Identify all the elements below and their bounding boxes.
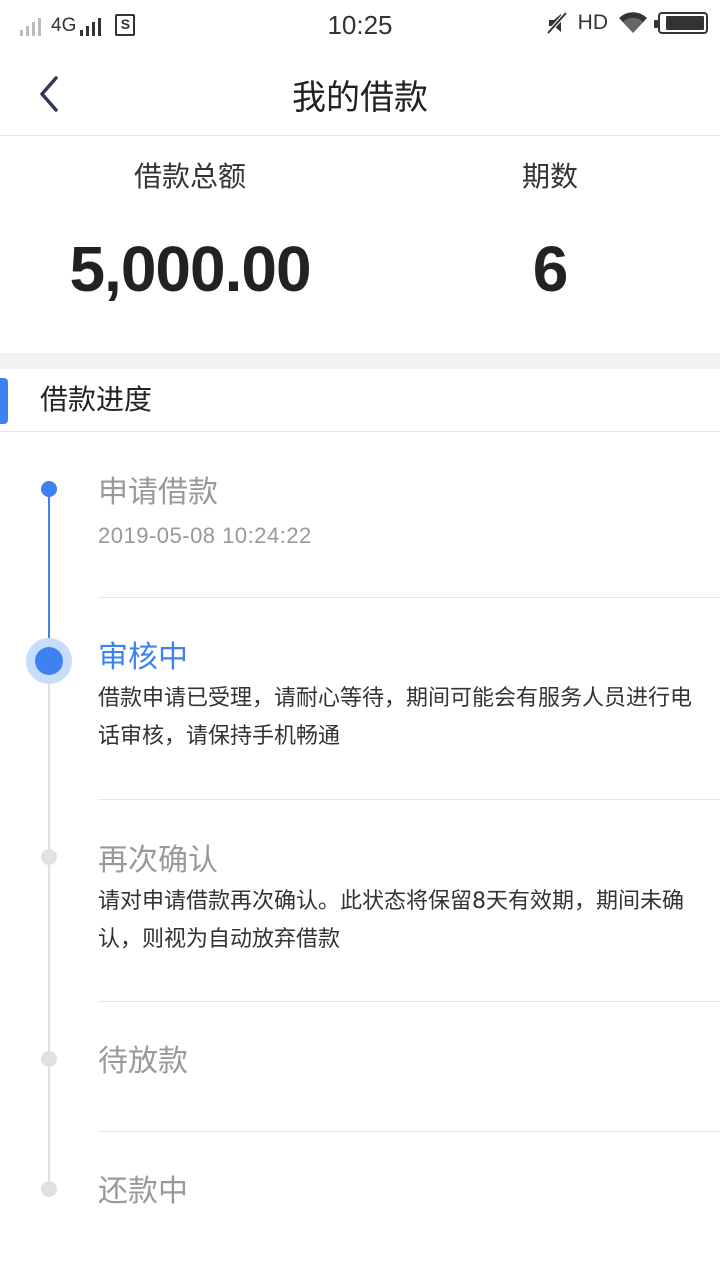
total-amount-label: 借款总额	[133, 160, 246, 193]
wifi-icon	[619, 12, 647, 34]
periods-value: 6	[532, 233, 569, 305]
timeline-line-completed	[48, 489, 50, 661]
step-dot-done	[41, 481, 57, 497]
step-dot-pending	[41, 1051, 57, 1067]
periods-label: 期数	[521, 160, 578, 193]
step-title: 申请借款	[98, 475, 218, 510]
timeline-step-review: 审核中 借款申请已受理，请耐心等待，期间可能会有服务人员进行电话审核，请保持手机…	[98, 638, 720, 756]
hd-indicator: HD	[577, 11, 608, 34]
periods-block: 期数 6	[400, 137, 700, 305]
step-description: 请对申请借款再次确认。此状态将保留8天有效期，期间未确认，则视为自动放弃借款	[98, 889, 684, 952]
nav-header: 我的借款	[0, 50, 720, 136]
timeline-step-apply: 申请借款 2019-05-08 10:24:22	[98, 473, 720, 551]
step-dot-pending	[41, 1181, 57, 1197]
step-time: 2019-05-08 10:24:22	[98, 523, 312, 548]
step-dot-active	[35, 647, 63, 675]
total-amount-block: 借款总额 5,000.00	[40, 137, 340, 305]
status-right: HD	[546, 11, 708, 35]
page-title: 我的借款	[292, 78, 428, 118]
step-title: 审核中	[98, 640, 188, 675]
total-amount-value: 5,000.00	[69, 233, 311, 305]
step-dot-pending	[41, 849, 57, 865]
progress-section-header: 借款进度	[0, 369, 720, 432]
timeline-step-repay: 还款中	[98, 1172, 720, 1212]
step-divider	[98, 1131, 720, 1132]
timeline-step-confirm: 再次确认 请对申请借款再次确认。此状态将保留8天有效期，期间未确认，则视为自动放…	[98, 841, 720, 959]
step-title: 再次确认	[98, 843, 218, 878]
section-gap	[0, 353, 720, 369]
battery-icon	[654, 12, 708, 34]
section-accent-bar	[0, 378, 8, 424]
loan-summary: 借款总额 5,000.00 期数 6	[0, 137, 720, 353]
timeline-line-pending	[48, 661, 50, 1189]
step-divider	[98, 597, 720, 598]
step-title: 还款中	[98, 1174, 188, 1209]
status-bar: 4G S 10:25 HD	[0, 0, 720, 50]
timeline-step-disburse: 待放款	[98, 1042, 720, 1082]
progress-section-title: 借款进度	[40, 383, 153, 416]
step-title: 待放款	[98, 1044, 188, 1079]
step-divider	[98, 799, 720, 800]
mute-icon	[546, 11, 568, 35]
step-description: 借款申请已受理，请耐心等待，期间可能会有服务人员进行电话审核，请保持手机畅通	[98, 686, 693, 749]
step-divider	[98, 1001, 720, 1002]
